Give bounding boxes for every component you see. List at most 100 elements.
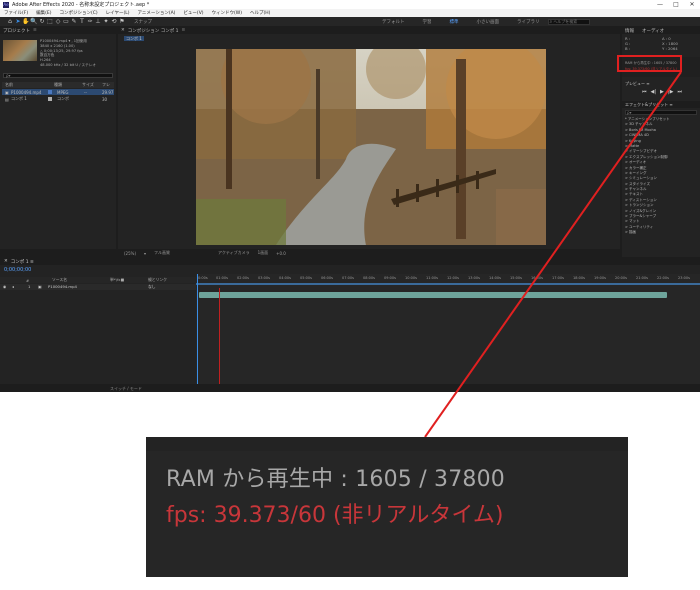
hand-tool-icon[interactable]: ✋ — [22, 18, 30, 25]
toggle-switches-modes[interactable]: スイッチ / モード — [110, 386, 142, 392]
camera-dropdown[interactable]: アクティブカメラ — [218, 250, 250, 256]
minimize-button[interactable]: — — [652, 1, 668, 8]
puppet-tool-icon[interactable]: ⚑ — [118, 18, 126, 25]
effects-list: * アニメーションプリセット > 3D チャンネル > Boris FX Moc… — [625, 117, 699, 236]
brush-tool-icon[interactable]: ✑ — [86, 18, 94, 25]
project-item-comp[interactable]: ▤ コンポ 1 コンポ 30 — [2, 96, 114, 102]
menu-help[interactable]: ヘルプ(H) — [250, 10, 270, 16]
tab-audio[interactable]: オーディオ — [642, 28, 664, 34]
exposure-value[interactable]: +0.0 — [276, 251, 286, 256]
timeline-layer-row[interactable]: ◉ ◂ 1 ▣ P1000494.mp4 なし — [0, 284, 196, 290]
timeline-footer: スイッチ / モード — [0, 384, 700, 392]
comp-subtab[interactable]: コンポ 1 — [124, 36, 144, 41]
viewer-controls: (25%) ▾ フル画質 アクティブカメラ 1画面 +0.0 — [118, 249, 620, 257]
effects-presets-tab[interactable]: エフェクト&プリセット ≡ — [622, 101, 700, 108]
workspace-learn[interactable]: 学習 — [423, 19, 432, 25]
snap-toggle[interactable]: スナップ — [134, 19, 152, 25]
audio-speaker-icon[interactable]: ◂ — [12, 284, 14, 290]
timeline-panel: ✕ コンポ 1 ≡ 0;00;00;00 # ソース名 単*\fx■ 親とリンク… — [0, 258, 700, 392]
workspace-libraries[interactable]: ライブラリ — [517, 19, 540, 25]
panel-menu-icon[interactable]: ≡ — [33, 28, 37, 33]
zoom-tool-icon[interactable]: 🔍 — [30, 18, 38, 25]
first-frame-button[interactable]: ⏮ — [642, 89, 647, 95]
zoomed-fps-status: fps: 39.373/60 (非リアルタイム) — [166, 503, 504, 528]
project-footer — [0, 249, 116, 257]
col-switches[interactable]: 単*\fx■ — [110, 277, 124, 283]
chevron-down-icon[interactable]: ▾ — [144, 251, 146, 256]
views-dropdown[interactable]: 1画面 — [258, 250, 269, 256]
col-source-name[interactable]: ソース名 — [52, 277, 67, 283]
workspace-small-screen[interactable]: 小さい画面 — [477, 19, 500, 25]
menu-file[interactable]: ファイル(F) — [4, 10, 28, 16]
info-panel: 情報 オーディオ R : G : B : A : 0 X : 1800 Y : … — [622, 27, 700, 53]
cached-frames-marker — [219, 288, 220, 392]
menu-window[interactable]: ウィンドウ(W) — [212, 10, 242, 16]
search-icon: ⌕ — [549, 18, 553, 25]
current-time-display[interactable]: 0;00;00;00 — [4, 267, 31, 273]
label-color-swatch[interactable] — [48, 97, 52, 101]
panel-menu-icon[interactable]: ≡ — [182, 28, 186, 33]
composition-tab[interactable]: ✕ コンポジション コンポ 1 ≡ — [118, 27, 620, 34]
col-framerate[interactable]: フレ — [102, 82, 110, 88]
close-icon[interactable]: ✕ — [121, 28, 125, 33]
zoomed-status-inset: RAM から再生中 : 1605 / 37800 fps: 39.373/60 … — [146, 437, 628, 577]
col-parent[interactable]: 親とリンク — [148, 277, 167, 283]
rotate-tool-icon[interactable]: ↻ — [38, 18, 46, 25]
workspace-standard[interactable]: 標準 — [450, 19, 459, 25]
resolution-dropdown[interactable]: フル画質 — [154, 250, 170, 256]
parent-dropdown[interactable]: なし — [148, 284, 156, 290]
zoomed-ram-status: RAM から再生中 : 1605 / 37800 — [166, 467, 505, 492]
menu-edit[interactable]: 編集(E) — [36, 10, 51, 16]
col-size[interactable]: サイズ — [82, 82, 94, 88]
close-icon[interactable]: ✕ — [4, 259, 8, 264]
workspace-default[interactable]: デフォルト — [382, 19, 405, 25]
timeline-tab[interactable]: ✕ コンポ 1 ≡ — [0, 258, 700, 265]
time-ruler[interactable]: 0:00s 01:00s 02:00s 03:00s 04:00s 05:00s… — [196, 274, 700, 283]
close-button[interactable]: ✕ — [684, 1, 700, 8]
type-tool-icon[interactable]: T — [78, 18, 86, 25]
visibility-eye-icon[interactable]: ◉ — [3, 284, 6, 290]
layer-track-area[interactable] — [196, 285, 700, 392]
window-controls: — □ ✕ — [652, 1, 700, 8]
after-effects-window: Ae Adobe After Effects 2020 - 名称未設定プロジェク… — [0, 0, 700, 392]
menu-view[interactable]: ビュー(V) — [183, 10, 203, 16]
help-search-input[interactable]: ⌕ ヘルプを検索 — [547, 18, 590, 25]
maximize-button[interactable]: □ — [668, 1, 684, 8]
col-number: # — [26, 277, 30, 283]
previous-frame-button[interactable]: ◀| — [651, 89, 657, 95]
footage-info: P1000494.mp4 ▾ , 1回使用 3840 x 2160 (1.00)… — [40, 39, 96, 67]
selection-tool-icon[interactable]: ➤ — [14, 18, 22, 25]
home-tool-icon[interactable]: ⌂ — [6, 18, 14, 25]
composition-viewer[interactable] — [196, 49, 546, 245]
tab-info[interactable]: 情報 — [625, 28, 634, 34]
layer-duration-bar[interactable] — [199, 292, 667, 298]
magnification-dropdown[interactable]: (25%) — [124, 251, 136, 256]
composition-panel: ✕ コンポジション コンポ 1 ≡ コンポ 1 (25%) ▾ フル画質 アクテ… — [118, 27, 620, 257]
clone-stamp-tool-icon[interactable]: ⊥ — [94, 18, 102, 25]
eraser-tool-icon[interactable]: ✦ — [102, 18, 110, 25]
pen-tool-icon[interactable]: ✎ — [70, 18, 78, 25]
footage-icon: ▣ — [5, 89, 9, 95]
current-time-indicator[interactable] — [197, 274, 198, 392]
project-item-footage[interactable]: ▣ P1000494.mp4 MPEG -- 29.97 — [2, 89, 114, 95]
next-frame-button[interactable]: |▶ — [668, 89, 674, 95]
roto-brush-tool-icon[interactable]: ⟲ — [110, 18, 118, 25]
effects-search-input[interactable]: ρ▾ — [625, 110, 697, 115]
menu-layer[interactable]: レイヤー(L) — [106, 10, 130, 16]
project-search-input[interactable]: ρ▾ — [3, 73, 113, 78]
camera-tool-icon[interactable]: ⬚ — [46, 18, 54, 25]
project-panel: プロジェクト ≡ P1000494.mp4 ▾ , 1回使用 3840 x 216… — [0, 27, 116, 257]
shape-tool-icon[interactable]: ▭ — [62, 18, 70, 25]
project-tab[interactable]: プロジェクト ≡ — [0, 27, 116, 34]
callout-highlight-box — [617, 55, 682, 72]
effect-category[interactable]: > 描画 — [625, 230, 699, 235]
menu-composition[interactable]: コンポジション(C) — [59, 10, 97, 16]
project-column-header: 名前 種類 サイズ フレ — [2, 82, 114, 88]
col-type[interactable]: 種類 — [54, 82, 62, 88]
col-name[interactable]: 名前 — [5, 82, 13, 88]
pan-behind-tool-icon[interactable]: ◇ — [54, 18, 62, 25]
play-button[interactable]: ▶ — [660, 89, 664, 95]
label-color-swatch[interactable] — [48, 90, 52, 94]
menu-animation[interactable]: アニメーション(A) — [138, 10, 176, 16]
last-frame-button[interactable]: ⏭ — [677, 89, 682, 95]
